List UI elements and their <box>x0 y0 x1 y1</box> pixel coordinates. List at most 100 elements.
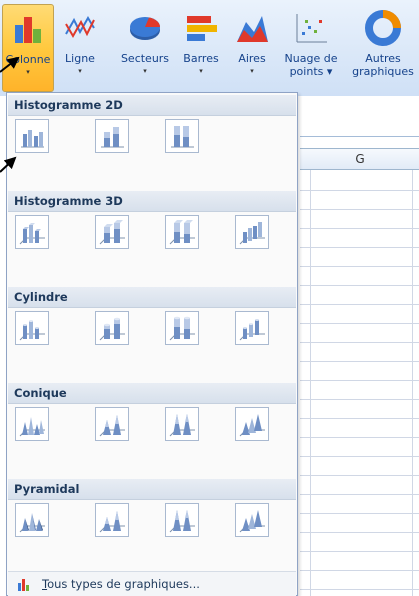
grid-row-line <box>300 551 419 552</box>
grid-row-line <box>300 361 419 362</box>
percent-stacked-cone-icon <box>169 414 195 437</box>
worksheet-area: G <box>300 96 419 596</box>
percent-stacked-pyramid-icon <box>169 510 195 533</box>
formula-bar[interactable] <box>300 114 419 137</box>
column-3d-icon <box>19 223 45 245</box>
arrow-to-column-button <box>0 56 20 73</box>
other-charts-button[interactable]: Autres graphiques <box>348 4 418 92</box>
annotation-arrows <box>0 56 20 173</box>
line-chart-button[interactable]: Ligne ▾ <box>58 4 102 92</box>
chart-type-stacked-cone[interactable] <box>95 407 129 441</box>
chart-type-pyramid-3d[interactable] <box>235 503 269 537</box>
bar-chart-icon <box>187 16 217 41</box>
section-header-cone: Conique <box>8 383 296 404</box>
grid-row-line <box>300 323 419 324</box>
section-title: Pyramidal <box>14 482 80 496</box>
chart-type-100-stacked-pyramid[interactable] <box>165 503 199 537</box>
chart-type-stacked-column-3d[interactable] <box>95 215 129 249</box>
grid-row-line <box>300 304 419 305</box>
area-chart-button[interactable]: Aires ▾ <box>232 4 272 92</box>
chevron-down-icon: ▾ <box>250 67 254 75</box>
column-3d-depth-icon <box>239 222 265 245</box>
chart-type-clustered-pyramid[interactable] <box>15 503 49 537</box>
column-chart-icon <box>18 579 29 591</box>
grid-row-line <box>300 437 419 438</box>
percent-stacked-cylinder-icon <box>169 316 195 341</box>
all-chart-types-label: Tous types de graphiques... <box>42 577 200 591</box>
stacked-cylinder-icon <box>99 317 125 341</box>
grid-row-line <box>300 266 419 267</box>
grid-row-line <box>300 513 419 514</box>
chart-type-cone-3d[interactable] <box>235 407 269 441</box>
chart-type-cylinder-3d[interactable] <box>235 311 269 345</box>
section-title: Cylindre <box>14 290 68 304</box>
stacked-column-3d-icon <box>99 220 125 245</box>
chart-type-100-stacked-cone[interactable] <box>165 407 199 441</box>
column-header-g[interactable]: G <box>300 148 419 170</box>
chart-type-100-stacked-column-3d[interactable] <box>165 215 199 249</box>
chart-type-stacked-pyramid[interactable] <box>95 503 129 537</box>
arrow-to-gallery <box>0 156 17 173</box>
stacked-column-icon <box>101 127 124 148</box>
pie-chart-button[interactable]: Secteurs ▾ <box>116 4 174 92</box>
grid-row-line <box>300 190 419 191</box>
grid-row-line <box>300 399 419 400</box>
section-header-pyramid: Pyramidal <box>8 479 296 500</box>
donut-chart-icon <box>365 10 401 46</box>
pie-chart-label: Secteurs <box>120 52 170 65</box>
grid-row-line <box>300 589 419 590</box>
chart-type-clustered-cone[interactable] <box>15 407 49 441</box>
line-chart-label: Ligne <box>65 52 95 65</box>
chevron-down-icon: ▾ <box>78 67 82 75</box>
grid-row-line <box>300 532 419 533</box>
chart-type-clustered-cylinder[interactable] <box>15 311 49 345</box>
cylinder-3d-icon <box>239 319 265 341</box>
other-charts-label-line2: graphiques <box>352 65 414 78</box>
section-header-cylinder: Cylindre <box>8 287 296 308</box>
chart-ribbon-group: Colonne ▾ Ligne ▾ Secteurs ▾ Barres ▾ Ai… <box>0 0 419 96</box>
section-title: Conique <box>14 386 67 400</box>
scatter-chart-label-line2: points ▾ <box>289 65 333 78</box>
grid-row-line <box>300 570 419 571</box>
scatter-chart-button[interactable]: Nuage de points ▾ <box>276 4 346 92</box>
chart-type-100-stacked-cylinder[interactable] <box>165 311 199 345</box>
grid-row-line <box>300 418 419 419</box>
bar-chart-label: Barres <box>183 52 219 65</box>
grid-row-line <box>300 285 419 286</box>
chevron-down-icon: ▾ <box>326 65 333 78</box>
grid-row-line <box>300 475 419 476</box>
grid-row-line <box>300 342 419 343</box>
percent-stacked-column-icon <box>171 126 194 148</box>
grid-row-line <box>300 380 419 381</box>
chart-type-stacked-cylinder[interactable] <box>95 311 129 345</box>
cone-3d-icon <box>239 414 265 437</box>
scatter-chart-label-line1: Nuage de <box>284 52 338 65</box>
grid-row-line <box>300 456 419 457</box>
chevron-down-icon: ▾ <box>199 67 203 75</box>
grid-row-line <box>300 228 419 229</box>
scatter-chart-icon <box>296 14 327 43</box>
chevron-down-icon: ▾ <box>143 67 147 75</box>
pyramid-3d-icon <box>239 510 265 533</box>
chart-type-clustered-column-3d[interactable] <box>15 215 49 249</box>
area-chart-icon <box>237 16 268 42</box>
area-chart-label: Aires <box>238 52 266 65</box>
column-header-label: G <box>355 152 365 166</box>
chart-type-column-3d[interactable] <box>235 215 269 249</box>
pie-chart-icon <box>130 17 160 40</box>
stacked-cone-icon <box>99 415 125 437</box>
grid-row-line <box>300 247 419 248</box>
stacked-pyramid-icon <box>99 511 125 533</box>
line-chart-icon <box>65 16 95 38</box>
cylinder-icon <box>19 320 45 341</box>
grid-row-line <box>300 494 419 495</box>
bar-chart-button[interactable]: Barres ▾ <box>178 4 224 92</box>
chart-type-stacked-column-2d[interactable] <box>95 119 129 153</box>
cone-icon <box>19 417 45 437</box>
pyramid-icon <box>19 513 45 533</box>
other-charts-label-line1: Autres <box>365 52 401 65</box>
chart-type-100-stacked-column-2d[interactable] <box>165 119 199 153</box>
percent-stacked-column-3d-icon <box>169 220 195 245</box>
grid-row-line <box>300 209 419 210</box>
all-chart-types-button[interactable]: Tous types de graphiques... <box>8 571 296 596</box>
